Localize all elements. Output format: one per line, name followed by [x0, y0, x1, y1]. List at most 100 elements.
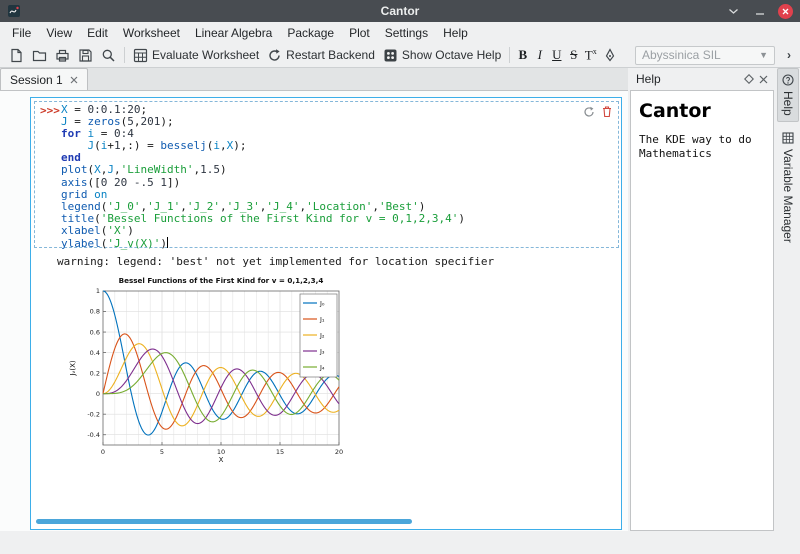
menu-plot[interactable]: Plot [346, 25, 373, 41]
title-bar: Cantor [0, 0, 800, 22]
octave-help-icon [383, 48, 398, 63]
help-body-text: The KDE way to do Mathematics [639, 133, 765, 161]
shade-button[interactable] [726, 4, 741, 19]
tab-close-icon[interactable] [70, 76, 78, 84]
app-icon [7, 4, 21, 18]
horizontal-scrollbar[interactable] [36, 519, 412, 524]
menu-settings[interactable]: Settings [382, 25, 431, 41]
svg-text:Jᵥ(X): Jᵥ(X) [69, 360, 77, 377]
svg-text:0.4: 0.4 [90, 349, 100, 357]
restart-backend-button[interactable]: Restart Backend [263, 46, 379, 65]
chevron-down-icon: ▼ [759, 50, 768, 60]
search-icon [101, 48, 116, 63]
close-icon [782, 8, 789, 15]
backend-warning-text: warning: legend: 'best' not yet implemen… [57, 255, 494, 268]
new-document-icon [9, 48, 24, 63]
svg-text:0.8: 0.8 [90, 308, 100, 316]
help-dock: Help Cantor The KDE way to do Mathematic… [630, 68, 774, 554]
chevron-down-icon [728, 8, 739, 15]
svg-text:1: 1 [96, 287, 100, 295]
rerun-icon[interactable] [583, 106, 595, 118]
font-family-value: Abyssinica SIL [642, 48, 721, 62]
svg-text:Bessel Functions of the First: Bessel Functions of the First Kind for v… [119, 276, 324, 285]
side-tab-variable-manager[interactable]: Variable Manager [777, 127, 799, 248]
bold-button[interactable]: B [514, 46, 531, 64]
strikethrough-button[interactable]: S [565, 46, 582, 64]
menu-linear-algebra[interactable]: Linear Algebra [192, 25, 275, 41]
side-tab-help[interactable]: Help [777, 68, 799, 122]
show-octave-help-button[interactable]: Show Octave Help [379, 46, 505, 65]
pane-bottom-margin [0, 531, 628, 554]
help-dock-header: Help [630, 68, 774, 90]
menu-edit[interactable]: Edit [84, 25, 111, 41]
evaluate-icon [133, 48, 148, 63]
svg-text:15: 15 [276, 448, 284, 456]
side-tab-variable-manager-label: Variable Manager [781, 149, 795, 243]
print-button[interactable] [51, 46, 74, 65]
svg-text:-0.4: -0.4 [87, 431, 100, 439]
command-entry[interactable]: >>> X = 0:0.1:20;J = zeros(5,201);for i … [34, 101, 619, 248]
main-toolbar: Evaluate Worksheet Restart Backend Show … [0, 43, 800, 68]
svg-text:0: 0 [101, 448, 105, 456]
plot-image: 05101520-0.4-0.200.20.40.60.81Bessel Fun… [67, 273, 347, 473]
menu-bar: File View Edit Worksheet Linear Algebra Packa… [0, 22, 800, 43]
text-color-button[interactable] [599, 46, 621, 64]
menu-package[interactable]: Package [284, 25, 337, 41]
toolbar-separator [124, 47, 125, 63]
session-tab-bar: Session 1 [0, 68, 628, 91]
worksheet-pane: Session 1 >>> X = 0:0.1:20;J = zeros(5,2… [0, 68, 628, 554]
open-button[interactable] [28, 46, 51, 65]
find-button[interactable] [97, 46, 120, 65]
open-folder-icon [32, 48, 47, 63]
bessel-plot: 05101520-0.4-0.200.20.40.60.81Bessel Fun… [67, 273, 347, 473]
close-panel-icon[interactable] [759, 75, 768, 84]
code-editor[interactable]: X = 0:0.1:20;J = zeros(5,201);for i = 0:… [61, 104, 465, 249]
svg-text:0: 0 [96, 390, 100, 398]
pen-nib-icon [603, 48, 617, 62]
evaluate-worksheet-button[interactable]: Evaluate Worksheet [129, 46, 263, 65]
side-tab-strip: Help Variable Manager [776, 68, 800, 554]
new-worksheet-button[interactable] [5, 46, 28, 65]
svg-text:5: 5 [160, 448, 164, 456]
legend-entry: J₀ [319, 299, 325, 307]
code-line[interactable]: J(i+1,:) = besselj(i,X); [61, 140, 465, 152]
code-line[interactable]: xlabel('X') [61, 225, 465, 237]
menu-view[interactable]: View [43, 25, 75, 41]
font-family-combo[interactable]: Abyssinica SIL ▼ [635, 46, 775, 65]
svg-text:20: 20 [335, 448, 343, 456]
svg-text:0.6: 0.6 [90, 328, 100, 336]
italic-button[interactable]: I [531, 46, 548, 64]
worksheet-view: >>> X = 0:0.1:20;J = zeros(5,201);for i … [30, 97, 622, 530]
tab-session-1[interactable]: Session 1 [0, 68, 88, 90]
window-title: Cantor [0, 4, 800, 18]
restart-icon [267, 48, 282, 63]
minimize-icon [755, 6, 765, 16]
menu-help[interactable]: Help [440, 25, 471, 41]
float-panel-icon[interactable] [744, 74, 754, 84]
trash-icon[interactable] [601, 105, 613, 118]
toolbar-overflow-button[interactable]: › [783, 48, 795, 62]
legend-entry: J₂ [319, 331, 325, 339]
help-dock-title: Help [636, 72, 661, 86]
svg-text:X: X [219, 456, 224, 464]
legend-entry: J₄ [319, 363, 325, 371]
code-line[interactable]: axis([0 20 -.5 1]) [61, 177, 465, 189]
table-icon [782, 132, 794, 144]
help-panel-content: Cantor The KDE way to do Mathematics [630, 90, 774, 531]
save-button[interactable] [74, 46, 97, 65]
code-line[interactable]: ylabel('J_v(X)') [61, 237, 465, 249]
underline-button[interactable]: U [548, 46, 565, 64]
minimize-button[interactable] [752, 4, 767, 19]
superscript-button[interactable]: Tx [582, 46, 599, 64]
close-button[interactable] [778, 4, 793, 19]
restart-backend-label: Restart Backend [286, 48, 375, 62]
legend-entry: J₁ [319, 315, 325, 323]
side-tab-help-label: Help [781, 91, 795, 116]
menu-file[interactable]: File [9, 25, 34, 41]
show-octave-help-label: Show Octave Help [402, 48, 501, 62]
legend-entry: J₃ [319, 347, 325, 355]
evaluate-worksheet-label: Evaluate Worksheet [152, 48, 259, 62]
toolbar-separator [509, 47, 510, 63]
menu-worksheet[interactable]: Worksheet [120, 25, 183, 41]
svg-text:10: 10 [217, 448, 225, 456]
